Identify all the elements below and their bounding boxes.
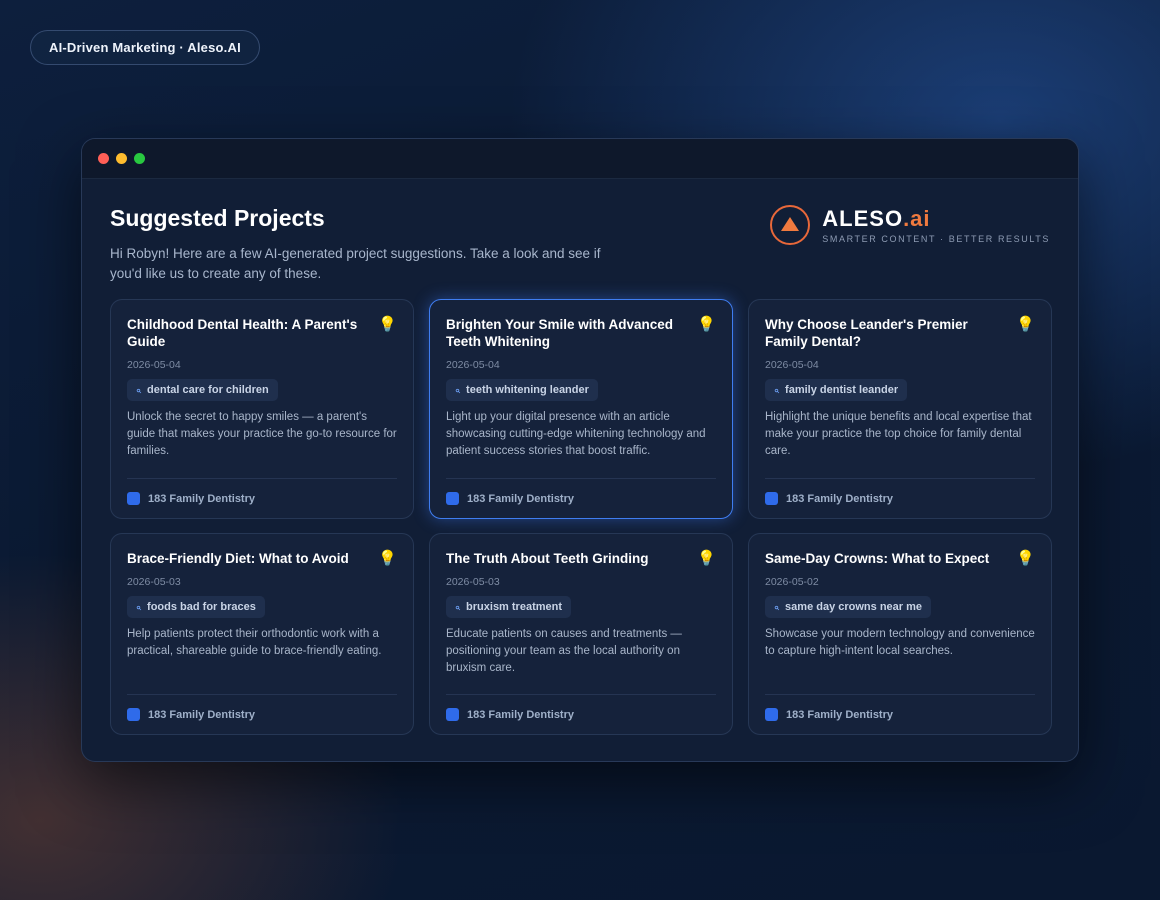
card-title: Same-Day Crowns: What to Expect [765,551,990,566]
keyword-label: teeth whitening leander [466,384,589,396]
lightbulb-icon: 💡 [378,316,397,333]
card-title: The Truth About Teeth Grinding [446,551,649,566]
client-name: 183 Family Dentistry [148,708,255,721]
client-badge-icon [127,492,140,505]
aleso-logo: ALESO.ai SMARTER CONTENT · BETTER RESULT… [770,205,1050,245]
client-badge-icon [446,492,459,505]
card-description: Help patients protect their orthodontic … [127,628,382,657]
search-icon: ⌕ [774,601,780,612]
client-name: 183 Family Dentistry [148,492,255,505]
card-title: Childhood Dental Health: A Parent's Guid… [127,317,358,349]
logo-tagline: SMARTER CONTENT · BETTER RESULTS [822,234,1050,244]
client-name: 183 Family Dentistry [786,708,893,721]
card-footer: 183 Family Dentistry [765,478,1035,518]
search-icon: ⌕ [136,601,142,612]
keyword-tag: ⌕ teeth whitening leander [446,379,598,401]
page-header: Suggested Projects Hi Robyn! Here are a … [110,205,1050,285]
keyword-label: same day crowns near me [785,601,923,613]
client-name: 183 Family Dentistry [467,492,574,505]
client-badge-icon [765,708,778,721]
card-description: Highlight the unique benefits and local … [765,411,1032,457]
lightbulb-icon: 💡 [1016,550,1035,567]
card-date: 2026-05-03 [127,576,181,588]
project-card[interactable]: Childhood Dental Health: A Parent's Guid… [110,299,414,519]
card-description: Showcase your modern technology and conv… [765,628,1035,657]
logo-name: ALESO.ai [822,206,931,231]
triangle-logo-icon [770,205,811,245]
project-card[interactable]: Same-Day Crowns: What to Expect 💡 2026-0… [748,533,1052,735]
brand-pill: AI-Driven Marketing · Aleso.AI [30,30,260,65]
project-card[interactable]: The Truth About Teeth Grinding 💡 2026-05… [429,533,733,735]
card-title: Brighten Your Smile with Advanced Teeth … [446,317,674,349]
lightbulb-icon: 💡 [697,316,716,333]
search-icon: ⌕ [774,384,780,395]
card-date: 2026-05-03 [446,576,500,588]
page-subtitle: Hi Robyn! Here are a few AI-generated pr… [110,246,601,281]
keyword-tag: ⌕ dental care for children [127,379,278,401]
card-description: Educate patients on causes and treatment… [446,628,682,674]
client-name: 183 Family Dentistry [467,708,574,721]
search-icon: ⌕ [455,601,461,612]
card-date: 2026-05-02 [765,576,819,588]
card-title: Brace-Friendly Diet: What to Avoid [127,551,349,566]
project-card[interactable]: Why Choose Leander's Premier Family Dent… [748,299,1052,519]
keyword-label: family dentist leander [785,384,899,396]
keyword-tag: ⌕ family dentist leander [765,379,908,401]
lightbulb-icon: 💡 [697,550,716,567]
card-description: Light up your digital presence with an a… [446,411,706,457]
search-icon: ⌕ [455,384,461,395]
card-footer: 183 Family Dentistry [127,478,397,518]
client-badge-icon [127,708,140,721]
card-footer: 183 Family Dentistry [765,694,1035,734]
close-window-button[interactable] [98,153,109,164]
lightbulb-icon: 💡 [1016,316,1035,333]
search-icon: ⌕ [136,384,142,395]
maximize-window-button[interactable] [134,153,145,164]
client-badge-icon [765,492,778,505]
card-description: Unlock the secret to happy smiles — a pa… [127,411,397,457]
keyword-label: bruxism treatment [466,601,563,613]
card-footer: 183 Family Dentistry [446,478,716,518]
card-date: 2026-05-04 [127,359,181,371]
keyword-label: foods bad for braces [147,601,256,613]
lightbulb-icon: 💡 [378,550,397,567]
card-date: 2026-05-04 [765,359,819,371]
project-card[interactable]: Brighten Your Smile with Advanced Teeth … [429,299,733,519]
project-card[interactable]: Brace-Friendly Diet: What to Avoid 💡 202… [110,533,414,735]
client-badge-icon [446,708,459,721]
minimize-window-button[interactable] [116,153,127,164]
card-date: 2026-05-04 [446,359,500,371]
keyword-tag: ⌕ foods bad for braces [127,596,265,618]
app-window: Suggested Projects Hi Robyn! Here are a … [81,138,1079,762]
keyword-tag: ⌕ bruxism treatment [446,596,572,618]
keyword-tag: ⌕ same day crowns near me [765,596,932,618]
card-footer: 183 Family Dentistry [127,694,397,734]
card-footer: 183 Family Dentistry [446,694,716,734]
window-titlebar [82,139,1078,179]
card-title: Why Choose Leander's Premier Family Dent… [765,317,968,349]
client-name: 183 Family Dentistry [786,492,893,505]
keyword-label: dental care for children [147,384,269,396]
